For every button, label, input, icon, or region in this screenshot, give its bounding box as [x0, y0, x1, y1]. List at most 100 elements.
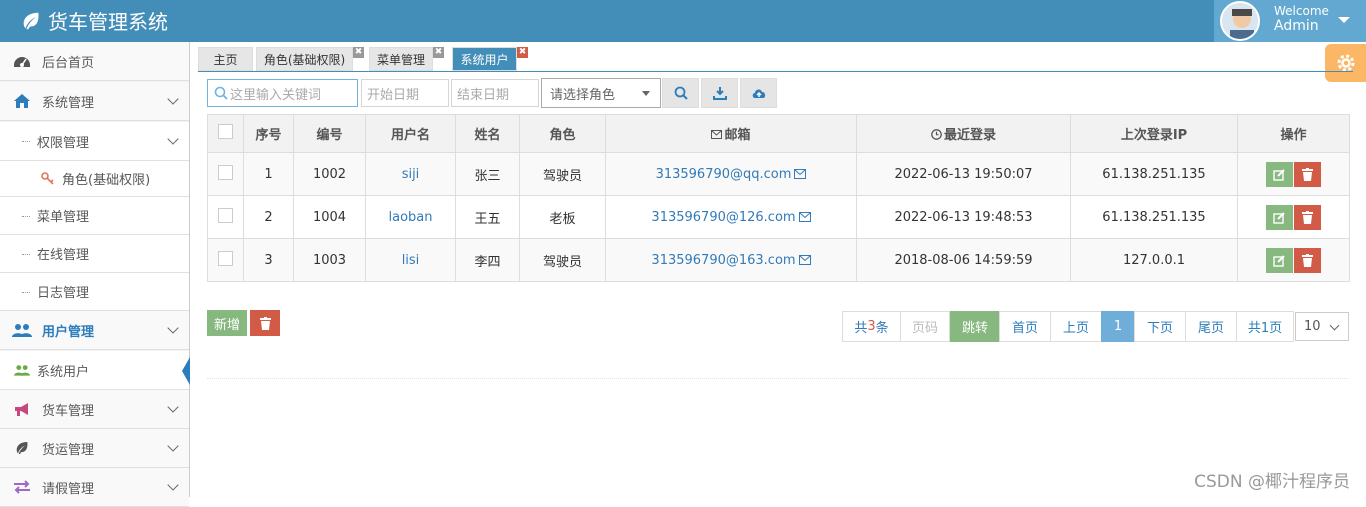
divider [207, 378, 1349, 379]
username-link[interactable]: laoban [389, 210, 433, 225]
user-menu[interactable]: Welcome Admin [1214, 0, 1366, 42]
last-page-button[interactable]: 尾页 [1185, 311, 1237, 342]
cell-name: 李四 [455, 238, 520, 282]
cell-last-login: 2022-06-13 19:50:07 [856, 152, 1071, 196]
tab-label: 菜单管理 [376, 52, 425, 67]
pagination-total: 共3条 [842, 311, 901, 342]
app-brand[interactable]: 货车管理系统 [20, 6, 168, 35]
cell-name: 张三 [455, 152, 520, 196]
sidebar-item-leave[interactable]: 请假管理 [0, 468, 189, 507]
row-select-cell [207, 238, 244, 282]
sidebar-item-dashboard[interactable]: 后台首页 [0, 42, 189, 81]
jump-button[interactable]: 跳转 [950, 311, 1000, 342]
search-button[interactable] [662, 78, 699, 108]
chevron-down-icon [167, 479, 179, 491]
sidebar-item-roles[interactable]: 角色(基础权限) [0, 161, 189, 197]
tab-home[interactable]: 主页 [198, 47, 253, 71]
table-row: 3 1003 lisi 李四 驾驶员 313596790@163.com 201… [207, 238, 1350, 282]
caret-down-icon [1338, 17, 1350, 23]
edit-button[interactable] [1266, 161, 1293, 187]
tab-roles[interactable]: 角色(基础权限) ✖ [256, 47, 364, 71]
sidebar-item-permissions[interactable]: 权限管理 [0, 122, 189, 161]
sidebar-item-users[interactable]: 用户管理 [0, 311, 189, 350]
cell-id: 1002 [293, 152, 366, 196]
cell-seq: 3 [243, 238, 294, 282]
upload-button[interactable] [740, 78, 777, 108]
search-input[interactable]: 这里输入关键词 [207, 79, 358, 107]
cell-ip: 127.0.0.1 [1070, 238, 1238, 282]
chevron-down-icon [1329, 320, 1340, 331]
users-icon [12, 361, 32, 379]
sidebar-item-logs[interactable]: 日志管理 [0, 273, 189, 311]
email-link[interactable]: 313596790@163.com [651, 253, 795, 268]
chevron-down-icon [167, 93, 179, 105]
page-input-placeholder: 页码 [911, 321, 938, 336]
edit-icon [1273, 168, 1285, 181]
role-select[interactable]: 请选择角色 [541, 78, 661, 108]
table-row: 2 1004 laoban 王五 老板 313596790@126.com 20… [207, 195, 1350, 239]
row-select-cell [207, 152, 244, 196]
sidebar-item-label: 请假管理 [42, 481, 95, 497]
close-icon[interactable]: ✖ [517, 47, 528, 58]
search-icon [214, 86, 228, 100]
cell-name: 王五 [455, 195, 520, 239]
edit-button[interactable] [1266, 247, 1293, 273]
sidebar-item-label: 货运管理 [42, 442, 95, 458]
sidebar-item-online[interactable]: 在线管理 [0, 235, 189, 273]
dropdown-arrow-icon [642, 91, 650, 96]
next-page-button[interactable]: 下页 [1134, 311, 1186, 342]
sidebar-item-system[interactable]: 系统管理 [0, 82, 189, 121]
close-icon[interactable]: ✖ [353, 47, 364, 58]
total-prefix: 共 [854, 321, 868, 336]
email-link[interactable]: 313596790@qq.com [656, 167, 792, 182]
header-username: 用户名 [365, 114, 456, 153]
header-name: 姓名 [455, 114, 520, 153]
sidebar-item-label: 系统用户 [37, 364, 90, 380]
add-button[interactable]: 新增 [207, 310, 247, 336]
sidebar-item-label: 日志管理 [37, 286, 90, 301]
row-checkbox[interactable] [218, 164, 233, 180]
page-number-input[interactable]: 页码 [900, 311, 950, 342]
cell-actions [1237, 152, 1350, 196]
tab-menus[interactable]: 菜单管理 ✖ [369, 47, 444, 71]
start-date-field[interactable]: 开始日期 [361, 79, 449, 107]
table-row: 1 1002 siji 张三 驾驶员 313596790@qq.com 2022… [207, 152, 1350, 196]
start-date-placeholder: 开始日期 [367, 87, 420, 103]
gear-icon [1337, 54, 1354, 72]
sidebar-item-freight[interactable]: 货运管理 [0, 429, 189, 468]
sidebar-item-label: 系统管理 [42, 95, 95, 111]
trash-icon [1302, 210, 1313, 224]
cell-ip: 61.138.251.135 [1070, 195, 1238, 239]
settings-button[interactable] [1325, 44, 1366, 82]
header-last-login-label: 最近登录 [943, 128, 996, 143]
email-link[interactable]: 313596790@126.com [651, 210, 795, 225]
sidebar-item-trucks[interactable]: 货车管理 [0, 390, 189, 429]
sidebar-item-system-users[interactable]: 系统用户 [0, 351, 190, 390]
header-last-login: 最近登录 [856, 114, 1071, 153]
sidebar-item-menus[interactable]: 菜单管理 [0, 197, 189, 235]
batch-delete-button[interactable] [250, 310, 280, 336]
header-seq: 序号 [243, 114, 294, 153]
select-all-checkbox[interactable] [218, 124, 233, 139]
page-size-select[interactable]: 10 [1295, 312, 1349, 341]
cell-role: 驾驶员 [519, 152, 606, 196]
delete-button[interactable] [1294, 204, 1321, 230]
download-button[interactable] [701, 78, 738, 108]
prev-page-button[interactable]: 上页 [1050, 311, 1102, 342]
app-title: 货车管理系统 [48, 10, 168, 34]
delete-button[interactable] [1294, 247, 1321, 273]
first-page-button[interactable]: 首页 [999, 311, 1051, 342]
username-link[interactable]: lisi [402, 253, 420, 268]
tab-system-users[interactable]: 系统用户 ✖ [452, 47, 528, 71]
delete-button[interactable] [1294, 161, 1321, 187]
close-icon[interactable]: ✖ [433, 47, 444, 58]
envelope-icon [711, 130, 723, 139]
current-page-button[interactable]: 1 [1101, 311, 1135, 342]
row-checkbox[interactable] [218, 250, 233, 266]
header-id: 编号 [293, 114, 366, 153]
sidebar-item-label: 货车管理 [42, 403, 95, 419]
username-link[interactable]: siji [402, 167, 420, 182]
row-checkbox[interactable] [218, 207, 233, 223]
end-date-field[interactable]: 结束日期 [451, 79, 539, 107]
edit-button[interactable] [1266, 204, 1293, 230]
